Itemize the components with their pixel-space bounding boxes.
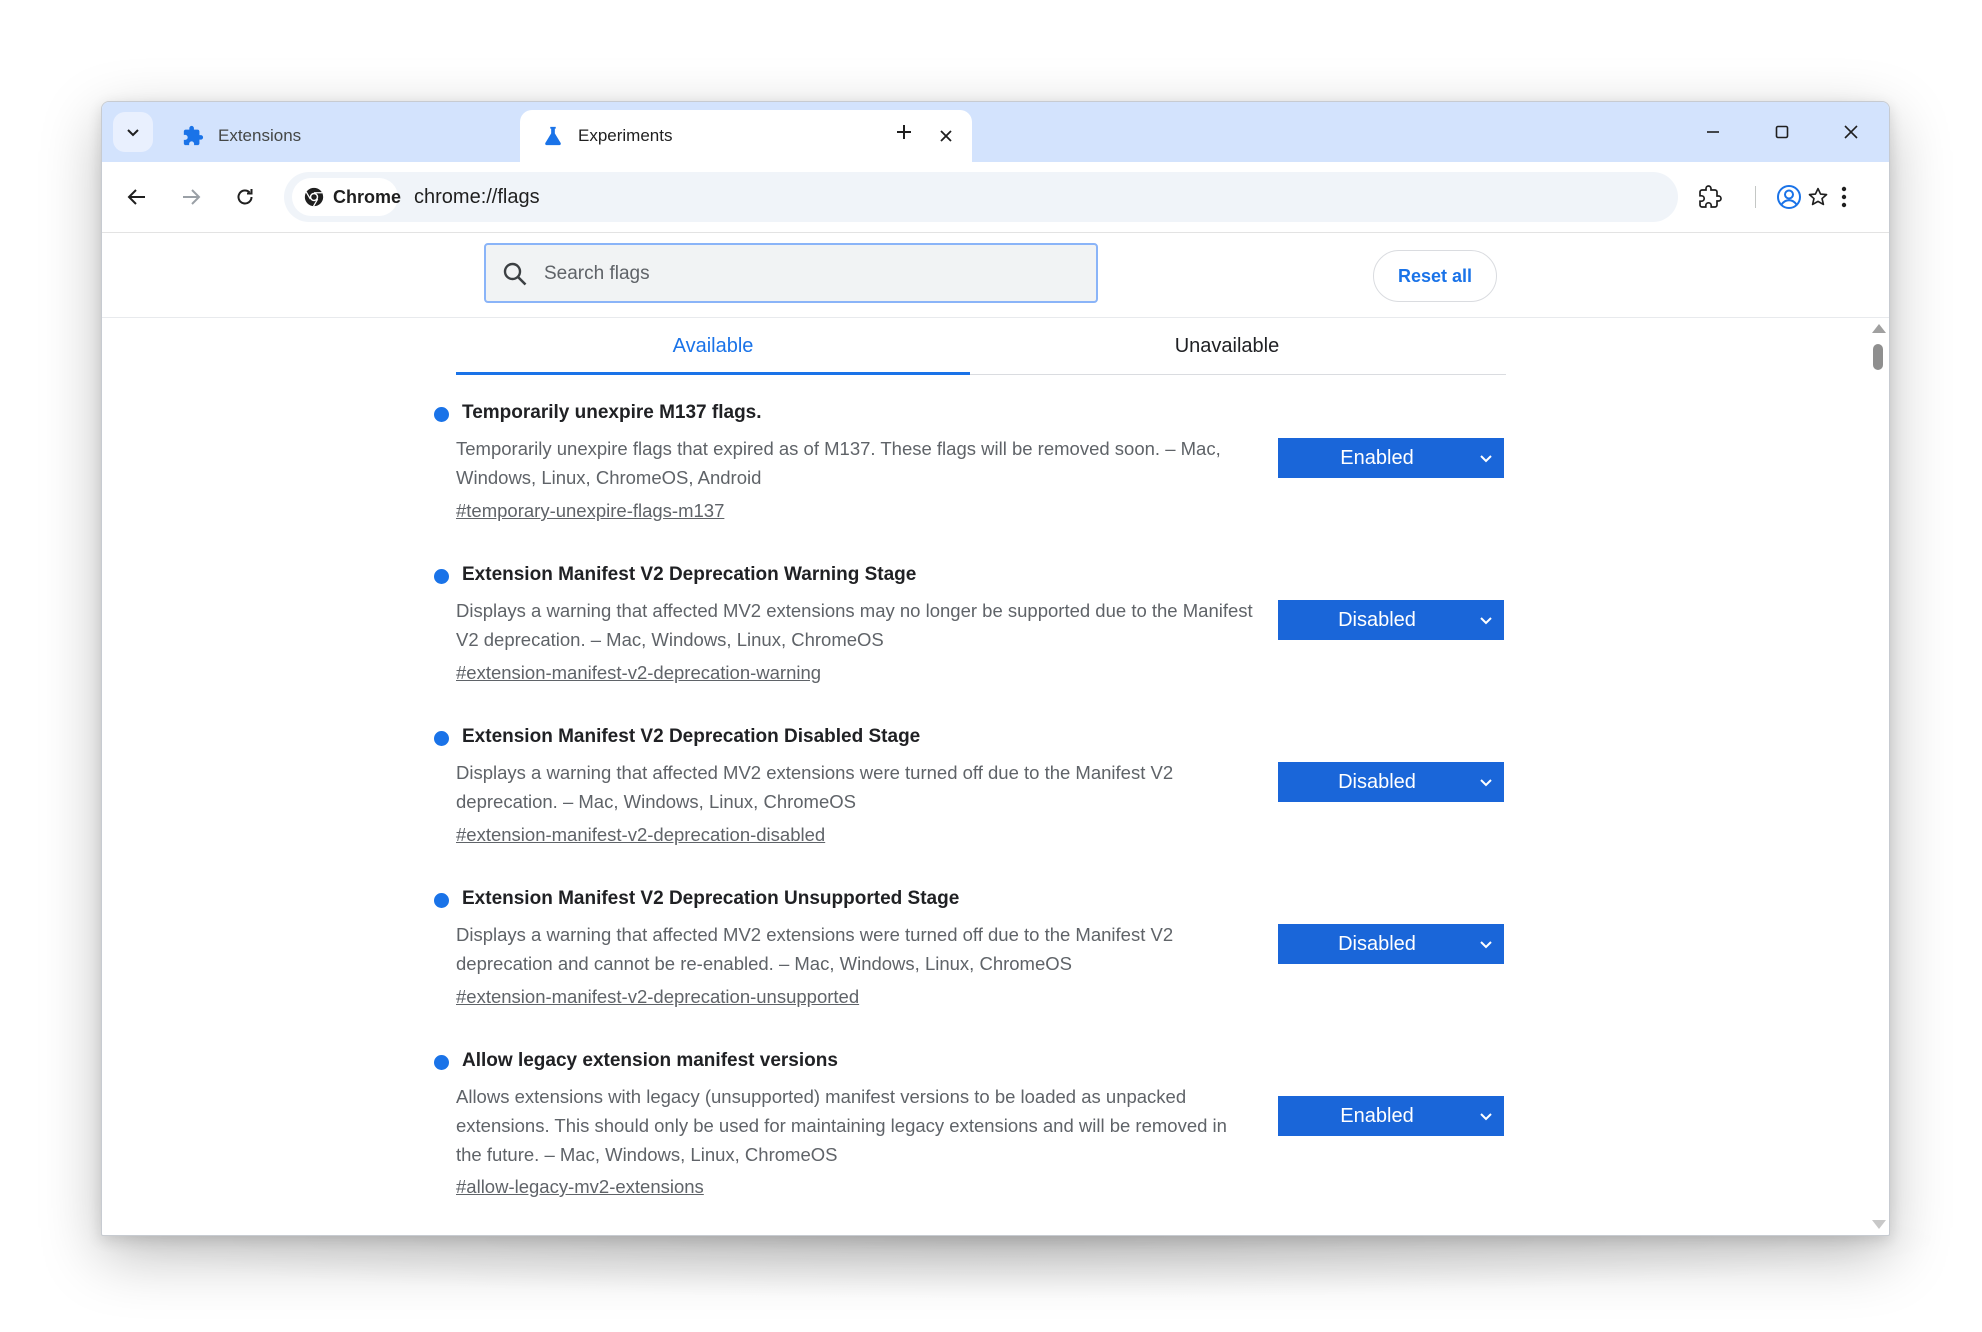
- chip-label: Chrome: [333, 186, 402, 207]
- flag-description: Temporarily unexpire flags that expired …: [456, 438, 1221, 488]
- more-vert-icon: [1841, 186, 1847, 208]
- flag-item: Temporarily unexpire M137 flags. Tempora…: [434, 402, 1514, 522]
- profile-button[interactable]: [1770, 178, 1808, 216]
- select-value: Disabled: [1338, 932, 1416, 955]
- scroll-thumb[interactable]: [1873, 344, 1883, 370]
- flag-permalink[interactable]: #extension-manifest-v2-deprecation-warni…: [456, 662, 821, 684]
- tab-title: Experiments: [578, 126, 673, 145]
- flag-status-dot: [434, 1055, 449, 1070]
- search-flags-box[interactable]: [484, 243, 1098, 303]
- flag-name: Extension Manifest V2 Deprecation Unsupp…: [462, 888, 960, 909]
- browser-toolbar: Chrome chrome://flags: [102, 162, 1889, 233]
- flag-status-dot: [434, 569, 449, 584]
- new-tab-button[interactable]: [886, 114, 922, 150]
- tab-strip: Extensions Experiments: [102, 102, 1889, 162]
- reload-button[interactable]: [226, 178, 264, 216]
- flag-status-dot: [434, 731, 449, 746]
- select-value: Disabled: [1338, 770, 1416, 793]
- flag-item: Extension Manifest V2 Deprecation Disabl…: [434, 726, 1514, 846]
- vertical-scrollbar[interactable]: [1867, 318, 1889, 1235]
- chevron-down-icon: [1480, 779, 1492, 787]
- minimize-button[interactable]: [1685, 110, 1741, 154]
- flag-status-dot: [434, 893, 449, 908]
- flags-content: Available Unavailable Temporarily unexpi…: [102, 318, 1867, 1235]
- flag-state-select[interactable]: Enabled: [1278, 1096, 1504, 1136]
- flag-permalink[interactable]: #temporary-unexpire-flags-m137: [456, 500, 724, 522]
- flag-permalink[interactable]: #allow-legacy-mv2-extensions: [456, 1176, 704, 1198]
- flag-item: Allow legacy extension manifest versions…: [434, 1050, 1514, 1200]
- select-value: Enabled: [1340, 1104, 1414, 1127]
- chevron-down-icon: [1480, 941, 1492, 949]
- tab-title: Extensions: [218, 126, 302, 145]
- flag-item: Extension Manifest V2 Deprecation Warnin…: [434, 564, 1514, 684]
- plus-icon: [897, 125, 911, 139]
- puzzle-icon: [1699, 185, 1722, 208]
- chevron-down-icon: [1480, 455, 1492, 463]
- maximize-button[interactable]: [1754, 110, 1810, 154]
- flag-state-select[interactable]: Disabled: [1278, 762, 1504, 802]
- back-button[interactable]: [118, 178, 156, 216]
- search-icon: [503, 262, 527, 286]
- site-info-chip[interactable]: Chrome: [292, 178, 402, 216]
- chevron-down-icon: [127, 129, 139, 137]
- flag-status-dot: [434, 407, 449, 422]
- flag-permalink[interactable]: #extension-manifest-v2-deprecation-disab…: [456, 824, 825, 846]
- close-icon: [1844, 125, 1858, 139]
- flask-icon: [542, 125, 564, 147]
- forward-button[interactable]: [172, 178, 210, 216]
- tab-unavailable[interactable]: Unavailable: [970, 318, 1484, 374]
- close-icon[interactable]: [932, 122, 960, 150]
- flag-state-select[interactable]: Disabled: [1278, 600, 1504, 640]
- chevron-down-icon: [1480, 1113, 1492, 1121]
- url-text[interactable]: chrome://flags: [414, 172, 540, 222]
- browser-window: Extensions Experiments Chrome chrome://f…: [101, 101, 1890, 1236]
- flag-name: Extension Manifest V2 Deprecation Disabl…: [462, 726, 921, 747]
- address-bar[interactable]: Chrome chrome://flags: [284, 172, 1828, 222]
- flag-name: Temporarily unexpire M137 flags.: [462, 402, 762, 423]
- flag-name: Extension Manifest V2 Deprecation Warnin…: [462, 564, 917, 585]
- reset-all-button[interactable]: Reset all: [1373, 250, 1497, 302]
- availability-tabs: Available Unavailable: [456, 318, 1506, 375]
- flag-description: Displays a warning that affected MV2 ext…: [456, 762, 1174, 812]
- select-value: Disabled: [1338, 608, 1416, 631]
- minimize-icon: [1707, 131, 1719, 133]
- chrome-icon: [303, 186, 325, 208]
- account-icon: [1777, 185, 1801, 209]
- tab-available[interactable]: Available: [456, 318, 970, 375]
- chevron-down-icon: [1480, 617, 1492, 625]
- scroll-down-arrow[interactable]: [1872, 1220, 1886, 1229]
- flag-description: Allows extensions with legacy (unsupport…: [456, 1086, 1227, 1165]
- extensions-button[interactable]: [1691, 178, 1729, 216]
- search-flags-input[interactable]: [542, 245, 1086, 303]
- menu-button[interactable]: [1825, 178, 1863, 216]
- arrow-left-icon: [127, 189, 145, 205]
- puzzle-icon: [182, 125, 204, 147]
- flag-permalink[interactable]: #extension-manifest-v2-deprecation-unsup…: [456, 986, 859, 1008]
- tab-search-button[interactable]: [113, 112, 153, 152]
- scroll-up-arrow[interactable]: [1872, 324, 1886, 333]
- maximize-icon: [1775, 125, 1789, 139]
- flag-state-select[interactable]: Enabled: [1278, 438, 1504, 478]
- flags-header: Reset all: [102, 233, 1889, 318]
- arrow-right-icon: [183, 189, 201, 205]
- close-window-button[interactable]: [1823, 110, 1879, 154]
- select-value: Enabled: [1340, 446, 1414, 469]
- flag-description: Displays a warning that affected MV2 ext…: [456, 600, 1253, 650]
- flag-item: Extension Manifest V2 Deprecation Unsupp…: [434, 888, 1514, 1008]
- flag-description: Displays a warning that affected MV2 ext…: [456, 924, 1174, 974]
- flag-state-select[interactable]: Disabled: [1278, 924, 1504, 964]
- reload-icon: [237, 189, 253, 205]
- toolbar-separator: [1755, 186, 1756, 208]
- flag-name: Allow legacy extension manifest versions: [462, 1050, 838, 1071]
